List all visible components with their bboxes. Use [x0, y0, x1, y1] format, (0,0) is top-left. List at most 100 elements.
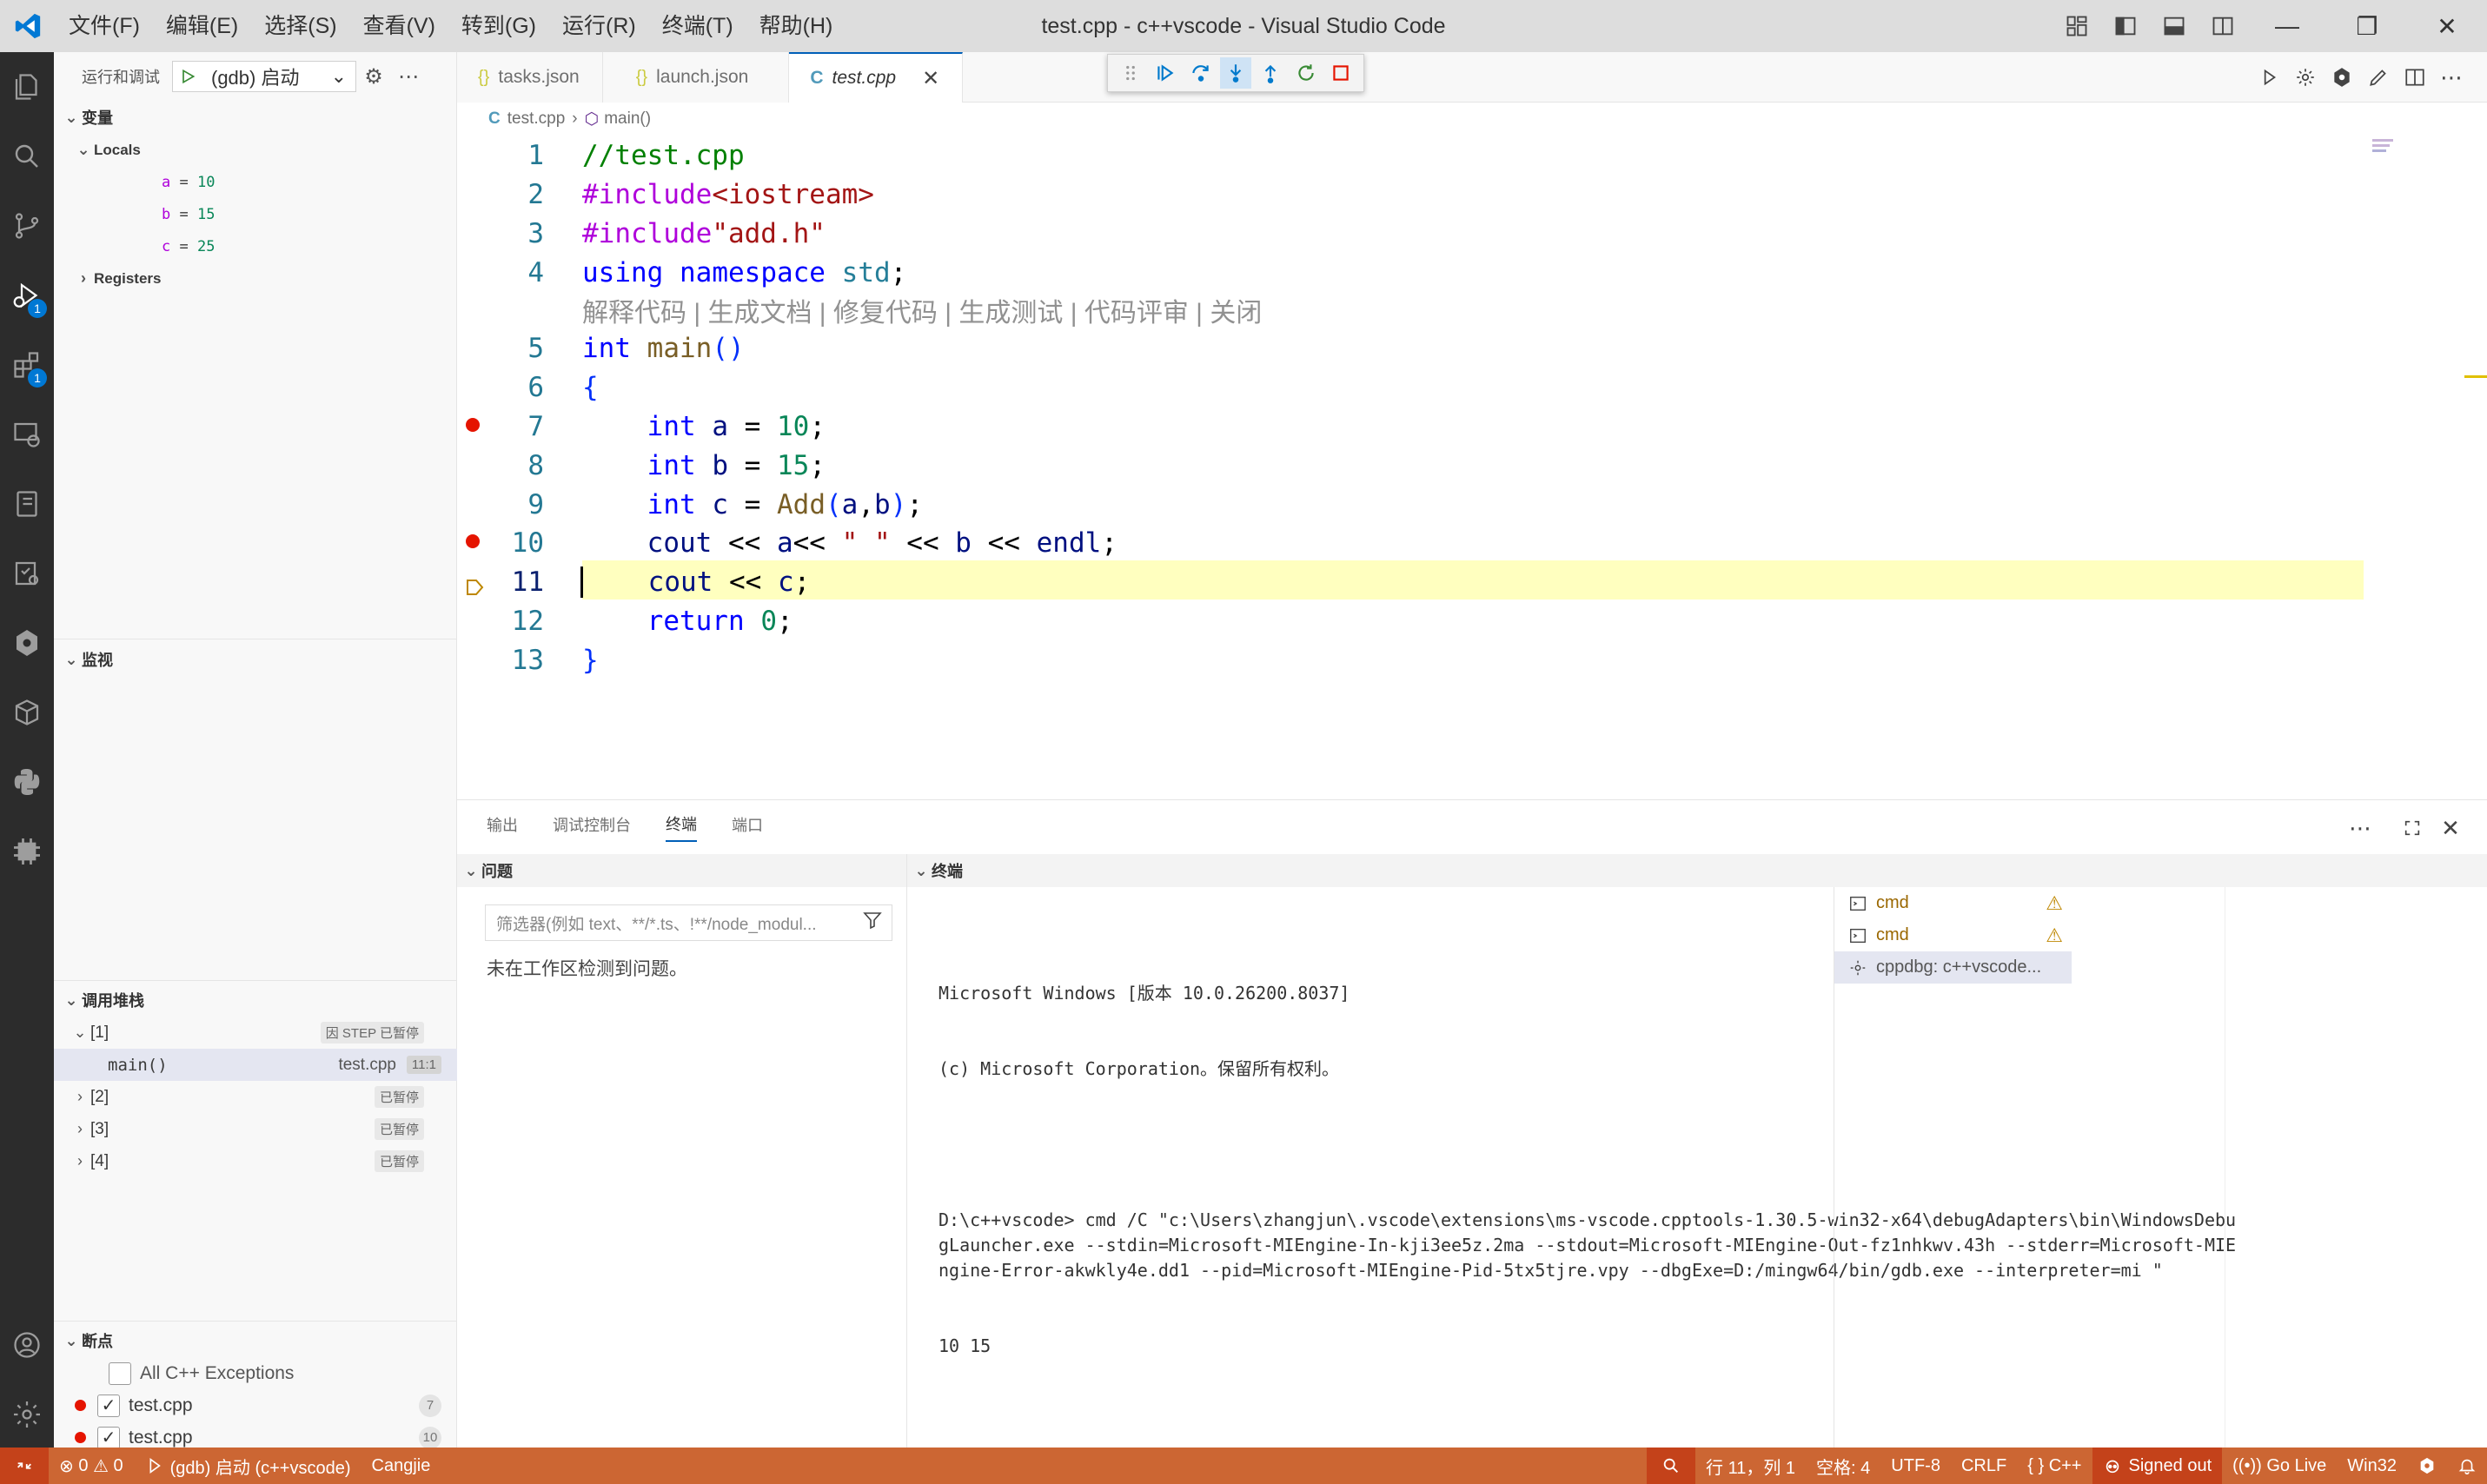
encoding[interactable]: UTF-8 — [1880, 1448, 1951, 1484]
indentation[interactable]: 空格: 4 — [1806, 1448, 1880, 1484]
variable-row[interactable]: b = 15 — [54, 198, 457, 230]
explorer-icon[interactable] — [0, 52, 54, 122]
cangjie-action-icon[interactable] — [2324, 60, 2360, 95]
continue-icon[interactable] — [1150, 57, 1181, 89]
remote-indicator-icon[interactable] — [0, 1448, 49, 1484]
menu-selection[interactable]: 选择(S) — [251, 0, 349, 52]
breakpoint-row[interactable]: All C++ Exceptions — [54, 1357, 457, 1389]
toggle-panel-icon[interactable] — [2150, 0, 2199, 52]
locals-node[interactable]: ⌄ Locals — [54, 134, 457, 166]
problems-status[interactable]: ⊗ 0 ⚠ 0 — [49, 1448, 134, 1484]
customize-layout-icon[interactable] — [2053, 0, 2101, 52]
menu-terminal[interactable]: 终端(T) — [649, 0, 746, 52]
maximize-panel-icon[interactable] — [2393, 811, 2431, 845]
run-config-dropdown[interactable]: (gdb) 启动 ⌄ — [202, 63, 355, 90]
drag-handle-icon[interactable] — [1115, 57, 1146, 89]
step-out-icon[interactable] — [1255, 57, 1286, 89]
menu-run[interactable]: 运行(R) — [549, 0, 649, 52]
breakpoints-header[interactable]: ⌄ 断点 — [54, 1324, 457, 1357]
close-window-button[interactable]: ✕ — [2407, 0, 2487, 52]
tab-debug-console[interactable]: 调试控制台 — [553, 813, 631, 841]
terminal-instance[interactable]: cppdbg: c++vscode... — [1834, 951, 2072, 984]
debug-config-status[interactable]: (gdb) 启动 (c++vscode) — [134, 1448, 361, 1484]
run-debug-file-icon[interactable] — [2251, 60, 2287, 95]
tab-tasks-json[interactable]: {} tasks.json — [457, 52, 603, 103]
line-endings[interactable]: CRLF — [1951, 1448, 2017, 1484]
testing-icon[interactable] — [0, 539, 54, 608]
terminal-instance[interactable]: cmd ⚠ — [1834, 919, 2072, 951]
filter-icon[interactable] — [862, 910, 883, 936]
codelens-actions[interactable]: 解释代码 | 生成文档 | 修复代码 | 生成测试 | 代码评审 | 关闭 — [582, 291, 1262, 329]
variable-row[interactable]: a = 10 — [54, 166, 457, 198]
language-mode[interactable]: { } C++ — [2017, 1448, 2092, 1484]
remote-explorer-icon[interactable] — [0, 400, 54, 469]
breakpoint-checkbox[interactable] — [109, 1361, 131, 1385]
notebook-icon[interactable] — [0, 469, 54, 539]
call-stack-header[interactable]: ⌄ 调用堆栈 — [54, 984, 457, 1017]
edit-pencil-icon[interactable] — [2360, 60, 2397, 95]
search-icon[interactable] — [0, 122, 54, 191]
terminal-header[interactable]: ⌄ 终端 — [907, 854, 2487, 887]
cursor-position[interactable]: 行 11，列 1 — [1695, 1448, 1806, 1484]
settings-gear-icon[interactable] — [2287, 60, 2324, 95]
more-actions-icon[interactable]: ⋯ — [391, 61, 426, 92]
thread-row[interactable]: › [2] 已暂停 — [54, 1081, 457, 1113]
breakpoint-checkbox[interactable]: ✓ — [97, 1394, 120, 1417]
run-debug-icon[interactable]: 1 — [0, 261, 54, 330]
menu-file[interactable]: 文件(F) — [56, 0, 153, 52]
accounts-icon[interactable] — [0, 1310, 54, 1380]
menu-view[interactable]: 查看(V) — [350, 0, 448, 52]
registers-node[interactable]: › Registers — [54, 262, 457, 295]
cangjie-icon[interactable] — [0, 608, 54, 678]
toggle-sidebar-icon[interactable] — [2101, 0, 2150, 52]
menu-go[interactable]: 转到(G) — [448, 0, 549, 52]
problems-filter-input[interactable]: 筛选器(例如 text、**/*.ts、!**/node_modul... — [485, 904, 892, 941]
breadcrumb-file[interactable]: test.cpp — [507, 109, 566, 129]
python-icon[interactable] — [0, 747, 54, 817]
more-actions-icon[interactable]: ⋯ — [2433, 60, 2470, 95]
step-over-icon[interactable] — [1185, 57, 1217, 89]
split-editor-icon[interactable] — [2397, 60, 2433, 95]
extensions-icon[interactable]: 1 — [0, 330, 54, 400]
breakpoint-checkbox[interactable]: ✓ — [97, 1426, 120, 1449]
open-launch-json-gear-icon[interactable]: ⚙ — [356, 61, 391, 92]
breadcrumb-symbol[interactable]: main() — [604, 109, 651, 129]
platform-status[interactable]: Win32 — [2337, 1448, 2407, 1484]
variable-row[interactable]: c = 25 — [54, 230, 457, 262]
cangjie-status-icon[interactable] — [2407, 1448, 2447, 1484]
cangjie-status[interactable]: Cangjie — [361, 1448, 441, 1484]
watch-header[interactable]: ⌄ 监视 — [54, 643, 457, 676]
restart-icon[interactable] — [1290, 57, 1322, 89]
terminal-instance[interactable]: cmd ⚠ — [1834, 887, 2072, 919]
account-status[interactable]: Signed out — [2092, 1448, 2223, 1484]
source-control-icon[interactable] — [0, 191, 54, 261]
stop-icon[interactable] — [1325, 57, 1356, 89]
tab-launch-json[interactable]: {} launch.json — [602, 52, 790, 103]
restore-button[interactable]: ❐ — [2327, 0, 2407, 52]
thread-row[interactable]: ⌄ [1] 因 STEP 已暂停 — [54, 1017, 457, 1049]
tab-test-cpp[interactable]: Ctest.cpp ✕ — [789, 52, 964, 103]
toggle-secondary-sidebar-icon[interactable] — [2199, 0, 2247, 52]
manage-gear-icon[interactable] — [0, 1380, 54, 1449]
codelens-row[interactable]: 解释代码 | 生成文档 | 修复代码 | 生成测试 | 代码评审 | 关闭 — [457, 290, 2369, 329]
go-live-button[interactable]: ((•)) Go Live — [2222, 1448, 2337, 1484]
panel-more-icon[interactable]: ⋯ — [2341, 811, 2379, 845]
problems-header[interactable]: ⌄ 问题 — [457, 854, 906, 887]
packages-icon[interactable] — [0, 678, 54, 747]
zoom-search-icon[interactable] — [1647, 1448, 1696, 1484]
code-editor[interactable]: 1//test.cpp 2 #include<iostream> 3 #includ… — [457, 136, 2487, 796]
thread-row[interactable]: › [4] 已暂停 — [54, 1145, 457, 1177]
menu-help[interactable]: 帮助(H) — [746, 0, 846, 52]
tab-ports[interactable]: 端口 — [732, 813, 763, 841]
menu-edit[interactable]: 编辑(E) — [153, 0, 251, 52]
close-tab-icon[interactable]: ✕ — [922, 66, 939, 91]
step-into-icon[interactable] — [1219, 57, 1251, 89]
minimize-button[interactable]: — — [2247, 0, 2327, 52]
minimap[interactable] — [2372, 139, 2398, 155]
tab-output[interactable]: 输出 — [487, 813, 518, 841]
notifications-bell-icon[interactable] — [2447, 1448, 2487, 1484]
terminal-scrollbar[interactable] — [2225, 887, 2238, 1448]
stack-frame-row[interactable]: main() test.cpp 11:1 — [54, 1049, 457, 1081]
thread-row[interactable]: › [3] 已暂停 — [54, 1113, 457, 1145]
breakpoint-row[interactable]: ✓ test.cpp 7 — [54, 1389, 457, 1421]
